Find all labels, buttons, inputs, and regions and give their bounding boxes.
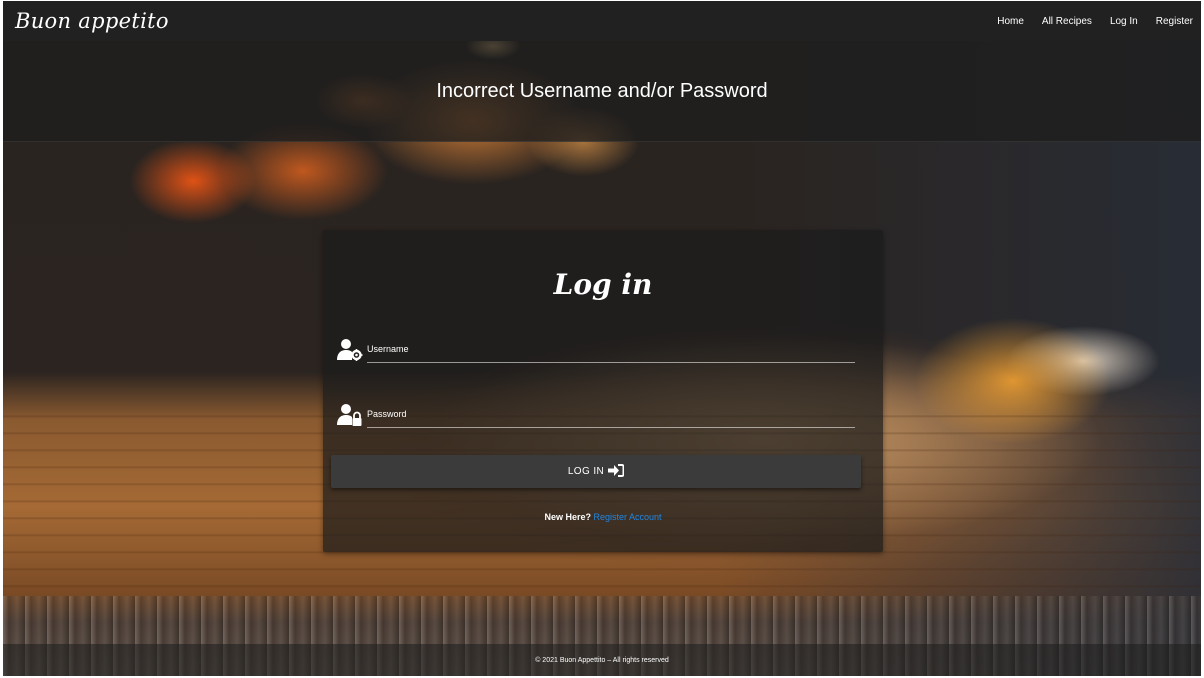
login-card: Log in Username Password LOG IN New Here…	[323, 230, 883, 552]
username-label: Username	[367, 344, 409, 354]
password-field-group: Password	[337, 403, 857, 433]
navbar: Buon appetito Home All Recipes Log In Re…	[3, 1, 1201, 41]
register-account-link[interactable]: Register Account	[594, 512, 662, 522]
register-prompt: New Here?	[544, 512, 591, 522]
password-underline	[367, 427, 855, 428]
password-label: Password	[367, 409, 407, 419]
brand-logo[interactable]: Buon appetito	[15, 9, 169, 33]
flash-message-banner: Incorrect Username and/or Password	[3, 41, 1201, 142]
password-input[interactable]	[367, 403, 855, 427]
log-in-button-label: LOG IN	[567, 466, 605, 477]
log-in-button[interactable]: LOG IN	[331, 455, 861, 488]
nav-link-home[interactable]: Home	[988, 16, 1033, 27]
username-input[interactable]	[367, 338, 855, 362]
nav-links: Home All Recipes Log In Register	[988, 16, 1193, 27]
register-prompt-line: New Here? Register Account	[323, 512, 883, 522]
user-gear-icon	[337, 338, 363, 362]
sign-in-icon	[608, 463, 625, 480]
username-underline	[367, 362, 855, 363]
nav-link-log-in[interactable]: Log In	[1101, 16, 1147, 27]
username-field-group: Username	[337, 338, 857, 368]
nav-link-register[interactable]: Register	[1147, 16, 1193, 27]
flash-message: Incorrect Username and/or Password	[436, 79, 768, 102]
user-lock-icon	[337, 403, 363, 427]
page-frame: Buon appetito Home All Recipes Log In Re…	[3, 1, 1201, 676]
nav-link-all-recipes[interactable]: All Recipes	[1033, 16, 1101, 27]
login-title: Log in	[553, 268, 653, 301]
footer: © 2021 Buon Appettito – All rights reser…	[3, 644, 1201, 676]
footer-copyright: © 2021 Buon Appettito – All rights reser…	[535, 656, 669, 664]
